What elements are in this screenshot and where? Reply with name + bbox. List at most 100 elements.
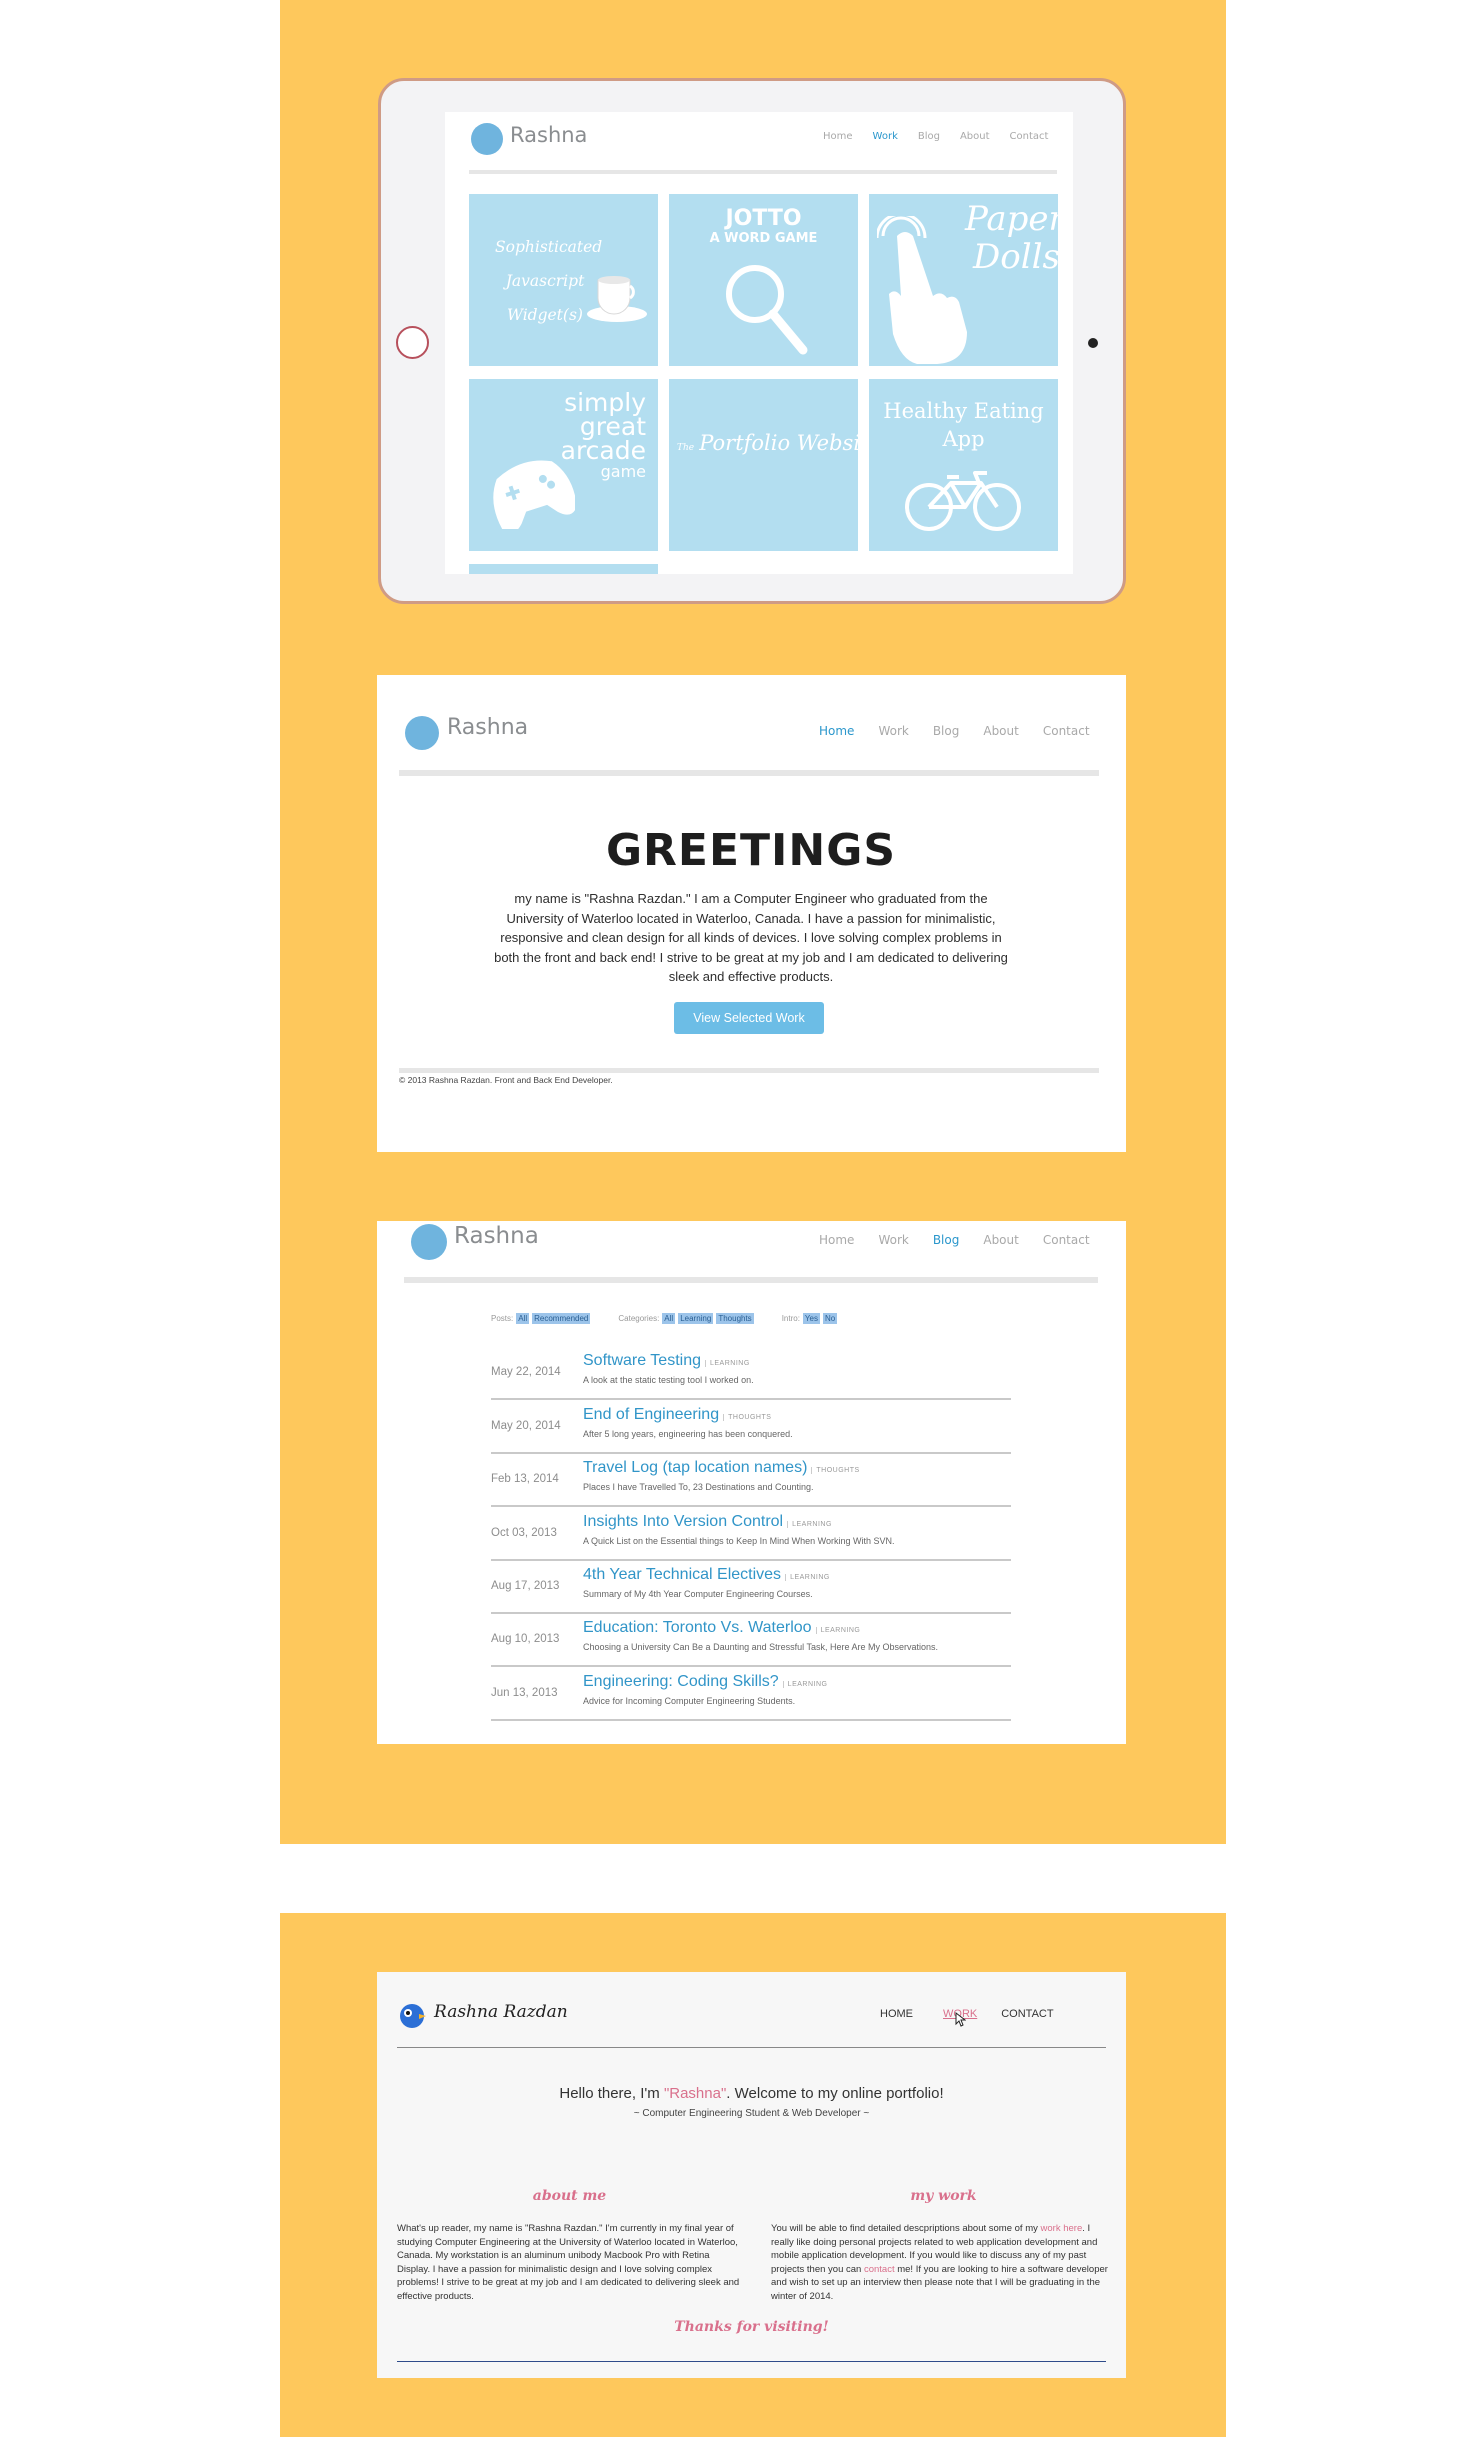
nav-about[interactable]: About (983, 1233, 1018, 1247)
logo-text[interactable]: Rashna (454, 1223, 539, 1249)
nav-blog[interactable]: Blog (933, 1233, 960, 1247)
filter-category-learning[interactable]: Learning (678, 1313, 714, 1324)
post-filters: Posts: All Recommended Categories: All L… (491, 1313, 838, 1324)
work-tile-jotto[interactable]: JOTTO A WORD GAME (669, 194, 858, 366)
filter-posts-all[interactable]: All (516, 1313, 530, 1324)
portfolio-page-screenshot: Rashna Razdan HOME WORK CONTACT Hello th… (377, 1972, 1126, 2378)
filter-category-all[interactable]: All (662, 1313, 676, 1324)
tile-title: Sophisticated Javascript Widget(s) (495, 238, 603, 324)
nav-blog[interactable]: Blog (918, 131, 940, 142)
logo-text[interactable]: Rashna (510, 123, 587, 147)
filter-category-thoughts[interactable]: Thoughts (716, 1313, 754, 1324)
footer-copyright: © 2013 Rashna Razdan. Front and Back End… (399, 1075, 613, 1085)
work-heading: my work (910, 2188, 977, 2204)
page-title: GREETINGS (605, 825, 897, 876)
post-category-tag: LEARNING (782, 1681, 828, 1688)
post-title-link[interactable]: Software Testing LEARNING (583, 1352, 750, 1370)
nav-home[interactable]: Home (823, 131, 853, 142)
blog-post-row: May 20, 2014 End of Engineering THOUGHTS … (491, 1401, 1011, 1454)
post-title-link[interactable]: Insights Into Version Control LEARNING (583, 1513, 832, 1531)
blog-post-row: May 22, 2014 Software Testing LEARNING A … (491, 1347, 1011, 1400)
ipad-home-button (396, 326, 429, 359)
post-category-tag: THOUGHTS (723, 1414, 772, 1421)
post-date: Aug 10, 2013 (491, 1633, 560, 1645)
tile-title: Healthy Eating App (883, 399, 1044, 451)
post-category-tag: LEARNING (787, 1521, 832, 1528)
post-summary: A Quick List on the Essential things to … (583, 1536, 895, 1546)
intro-paragraph: my name is "Rashna Razdan." I am a Compu… (494, 891, 1008, 985)
tile-title: The Portfolio Website (677, 431, 858, 455)
post-date: May 22, 2014 (491, 1366, 561, 1378)
logo-text[interactable]: Rashna (447, 715, 528, 740)
logo-icon (411, 1224, 447, 1260)
post-date: Aug 17, 2013 (491, 1580, 560, 1592)
contact-link[interactable]: contact (864, 2264, 895, 2275)
post-title-link[interactable]: Engineering: Coding Skills? LEARNING (583, 1673, 828, 1691)
nav-about[interactable]: About (983, 724, 1018, 738)
post-category-tag: THOUGHTS (811, 1467, 860, 1474)
work-tile-js-widgets[interactable]: Sophisticated Javascript Widget(s) (469, 194, 658, 366)
nav-work[interactable]: Work (878, 1233, 908, 1247)
work-tile-arcade-game[interactable]: simply great arcade game (469, 379, 658, 551)
blog-post-row: Aug 17, 2013 4th Year Technical Elective… (491, 1561, 1011, 1614)
nav-work[interactable]: Work (873, 131, 898, 142)
nav-contact[interactable]: Contact (1010, 131, 1049, 142)
thanks-text: Thanks for visiting! (674, 2319, 829, 2335)
nav-home[interactable]: Home (819, 1233, 854, 1247)
about-paragraph: What's up reader, my name is "Rashna Raz… (397, 2223, 740, 2302)
main-nav: Home Work Blog About Contact (819, 1233, 1090, 1247)
nav-blog[interactable]: Blog (933, 724, 960, 738)
work-tile-healthy-eating[interactable]: Healthy Eating App (869, 379, 1058, 551)
header-divider (404, 1277, 1098, 1283)
post-category-tag: LEARNING (815, 1627, 861, 1634)
logo-icon (471, 123, 503, 155)
main-nav: HOME WORK CONTACT (880, 2008, 1054, 2020)
header-divider (469, 170, 1057, 174)
work-tile-portfolio-website[interactable]: The Portfolio Website (669, 379, 858, 551)
nav-contact[interactable]: Contact (1043, 1233, 1090, 1247)
blog-post-row: Feb 13, 2014 Travel Log (tap location na… (491, 1454, 1011, 1507)
filter-intro-no[interactable]: No (822, 1313, 838, 1324)
post-title-link[interactable]: 4th Year Technical Electives LEARNING (583, 1566, 830, 1584)
nav-contact[interactable]: Contact (1043, 724, 1090, 738)
nav-home[interactable]: Home (819, 724, 854, 738)
post-date: Feb 13, 2014 (491, 1473, 559, 1485)
ipad-camera (1088, 338, 1098, 348)
filter-posts-recommended[interactable]: Recommended (532, 1313, 591, 1324)
post-summary: A look at the static testing tool I work… (583, 1375, 754, 1385)
view-selected-work-button[interactable]: View Selected Work (674, 1002, 824, 1034)
footer-divider (399, 1068, 1099, 1073)
blog-page-screenshot: Rashna Home Work Blog About Contact Post… (377, 1221, 1126, 1744)
site-name[interactable]: Rashna Razdan (434, 2002, 568, 2022)
post-title-link[interactable]: Education: Toronto Vs. Waterloo LEARNING (583, 1619, 861, 1637)
tile-title: Paper Dolls (965, 199, 1058, 277)
tagline: ~ Computer Engineering Student & Web Dev… (633, 2108, 870, 2119)
work-tile-partial (469, 564, 658, 574)
post-summary: After 5 long years, engineering has been… (583, 1429, 793, 1439)
bird-logo-icon (400, 2004, 426, 2028)
bicycle-icon (905, 471, 1021, 531)
work-here-link[interactable]: work here (1041, 2223, 1083, 2234)
post-summary: Summary of My 4th Year Computer Engineer… (583, 1589, 813, 1599)
about-heading: about me (532, 2188, 607, 2204)
post-title-link[interactable]: Travel Log (tap location names) THOUGHTS (583, 1459, 860, 1477)
header-divider (399, 770, 1099, 776)
logo-icon (405, 716, 439, 750)
welcome-heading: Hello there, I'm "Rashna". Welcome to my… (559, 2085, 944, 2102)
ipad-mockup: Rashna Home Work Blog About Contact Soph… (378, 78, 1126, 604)
home-page-screenshot: Rashna Home Work Blog About Contact GREE… (377, 675, 1126, 1152)
hand-pointer-icon (877, 216, 967, 364)
ipad-screen-work-page: Rashna Home Work Blog About Contact Soph… (445, 112, 1073, 574)
work-tile-paper-dolls[interactable]: Paper Dolls (869, 194, 1058, 366)
magnifier-icon (726, 265, 808, 355)
nav-contact[interactable]: CONTACT (1001, 2008, 1053, 2020)
post-date: Jun 13, 2013 (491, 1687, 558, 1699)
nav-home[interactable]: HOME (880, 2008, 913, 2020)
filter-intro-yes[interactable]: Yes (802, 1313, 820, 1324)
post-date: Oct 03, 2013 (491, 1527, 557, 1539)
blog-post-row: Jun 13, 2013 Engineering: Coding Skills?… (491, 1668, 1011, 1721)
post-title-link[interactable]: End of Engineering THOUGHTS (583, 1406, 772, 1424)
post-category-tag: LEARNING (785, 1574, 830, 1581)
nav-work[interactable]: Work (878, 724, 908, 738)
nav-about[interactable]: About (960, 131, 990, 142)
